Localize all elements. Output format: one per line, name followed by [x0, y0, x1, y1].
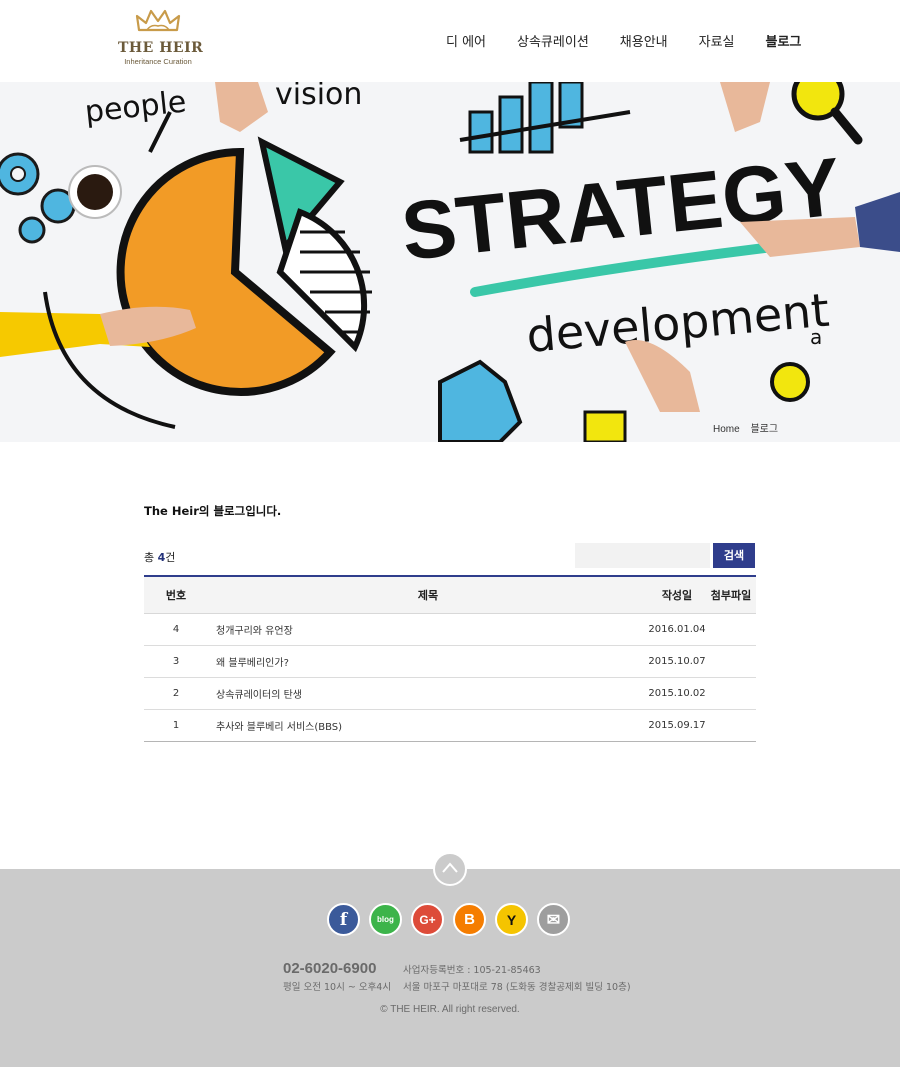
row-file	[706, 613, 756, 646]
naver-blog-icon[interactable]: blog	[369, 903, 402, 936]
breadcrumb-current[interactable]: 블로그	[750, 424, 778, 435]
row-title-link[interactable]: 추사와 블루베리 서비스(BBS)	[208, 709, 648, 742]
social-links: f blog G+ B Y ✉	[327, 903, 579, 936]
hero-word-development: development	[524, 283, 831, 363]
row-no: 2	[144, 677, 208, 710]
hero-word-a: a	[810, 325, 822, 349]
footer-copyright: © THE HEIR. All right reserved.	[380, 1004, 520, 1015]
row-no: 3	[144, 645, 208, 678]
table-row[interactable]: 1 추사와 블루베리 서비스(BBS) 2015.09.17	[144, 709, 756, 742]
hero-word-people: people	[83, 85, 188, 130]
nav-item-recruit[interactable]: 채용안내	[620, 31, 668, 50]
row-file	[706, 677, 756, 710]
google-plus-icon[interactable]: G+	[411, 903, 444, 936]
col-header-title: 제목	[208, 576, 648, 614]
chevron-up-icon	[442, 862, 458, 873]
col-header-file: 첨부파일	[706, 576, 756, 614]
crown-icon	[135, 9, 181, 32]
yellow-id-icon[interactable]: Y	[495, 903, 528, 936]
nav-item-blog[interactable]: 블로그	[766, 31, 802, 50]
footer-address: 서울 마포구 마포대로 78 (도화동 경찰공제회 빌딩 10층)	[403, 982, 631, 993]
logo-text: THE HEIR	[118, 40, 204, 56]
logo[interactable]: THE HEIR Inheritance Curation	[118, 8, 204, 74]
footer-phone: 02-6020-6900	[283, 960, 377, 977]
hero-word-vision: vision	[275, 82, 362, 112]
hero-banner: people vision STRATEGY development a Hom…	[0, 82, 900, 442]
col-header-date: 작성일	[648, 576, 706, 614]
logo-tagline: Inheritance Curation	[124, 57, 192, 66]
breadcrumb-home[interactable]: Home	[713, 424, 740, 435]
blog-board: 번호 제목 작성일 첨부파일 4 청개구리와 유언장 2016.01.04 3 …	[144, 575, 756, 742]
blogger-icon[interactable]: B	[453, 903, 486, 936]
page-intro: The Heir의 블로그입니다.	[144, 504, 282, 518]
post-count: 총 4건	[144, 549, 175, 565]
row-no: 4	[144, 613, 208, 646]
hero-word-strategy: STRATEGY	[397, 141, 844, 278]
scroll-top-button[interactable]	[433, 852, 467, 886]
table-row[interactable]: 4 청개구리와 유언장 2016.01.04	[144, 613, 756, 646]
search-input[interactable]	[575, 543, 710, 568]
facebook-icon[interactable]: f	[327, 903, 360, 936]
main-nav: 디 에어 상속큐레이션 채용안내 자료실 블로그	[446, 31, 832, 50]
count-suffix: 건	[165, 551, 176, 564]
row-date: 2015.10.02	[648, 677, 706, 710]
row-title-link[interactable]: 청개구리와 유언장	[208, 613, 648, 646]
site-header: THE HEIR Inheritance Curation 디 에어 상속큐레이…	[0, 0, 900, 82]
search-button[interactable]: 검색	[713, 543, 755, 568]
table-row[interactable]: 3 왜 블루베리인가? 2015.10.07	[144, 645, 756, 678]
row-date: 2015.09.17	[648, 709, 706, 742]
row-no: 1	[144, 709, 208, 742]
nav-item-archive[interactable]: 자료실	[699, 31, 735, 50]
breadcrumb: Home 블로그	[713, 420, 786, 435]
strategy-illustration: people vision STRATEGY development a	[0, 82, 900, 442]
table-header: 번호 제목 작성일 첨부파일	[144, 576, 756, 614]
row-file	[706, 645, 756, 678]
row-title-link[interactable]: 상속큐레이터의 탄생	[208, 677, 648, 710]
row-title-link[interactable]: 왜 블루베리인가?	[208, 645, 648, 678]
row-date: 2015.10.07	[648, 645, 706, 678]
row-file	[706, 709, 756, 742]
footer-business-number: 사업자등록번호 : 105-21-85463	[403, 965, 541, 976]
footer-hours: 평일 오전 10시 ~ 오후4시	[283, 982, 392, 993]
gear-illustration	[0, 152, 76, 244]
nav-item-the-heir[interactable]: 디 에어	[446, 31, 486, 50]
email-icon[interactable]: ✉	[537, 903, 570, 936]
col-header-no: 번호	[144, 576, 208, 614]
table-row[interactable]: 2 상속큐레이터의 탄생 2015.10.02	[144, 677, 756, 710]
nav-item-inheritance-curation[interactable]: 상속큐레이션	[517, 31, 589, 50]
row-date: 2016.01.04	[648, 613, 706, 646]
count-prefix: 총	[144, 551, 158, 564]
